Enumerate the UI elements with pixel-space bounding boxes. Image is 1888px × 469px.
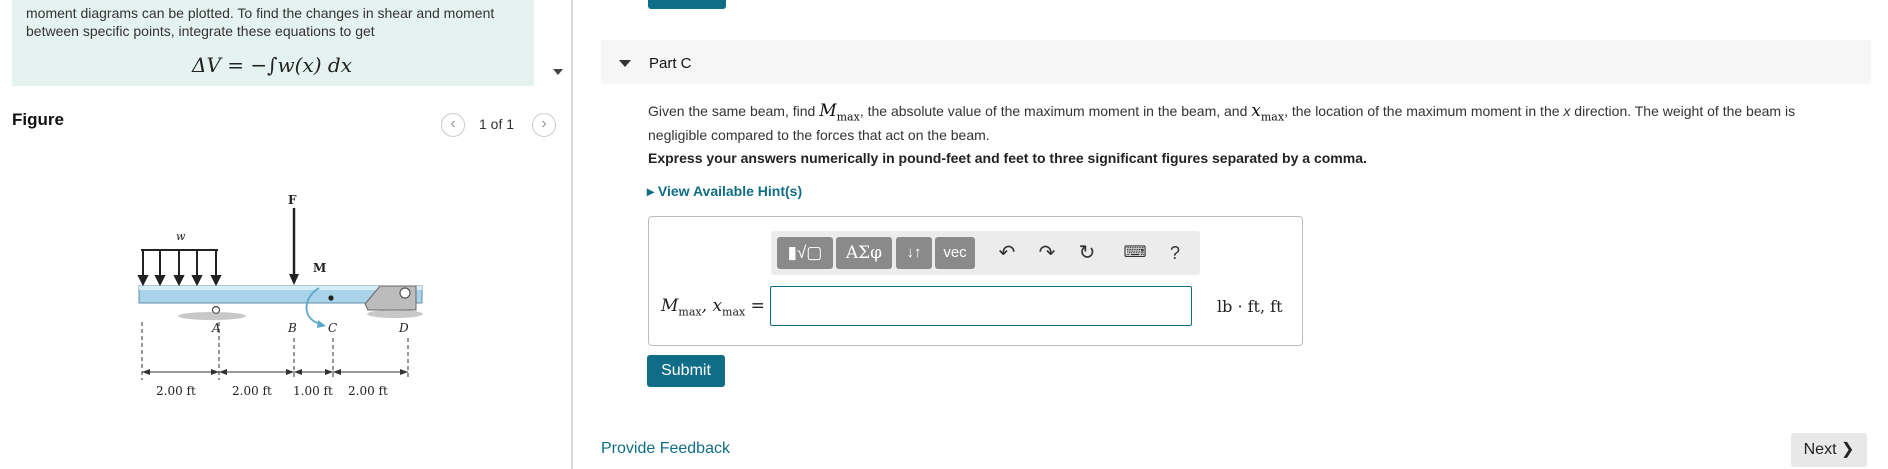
question-mid: , the absolute value of the maximum mome…	[859, 103, 1252, 119]
support-a-ground	[178, 312, 246, 320]
load-label: w	[176, 230, 186, 243]
dimension-label-3: 1.00 ft	[293, 384, 333, 398]
mmax-symbol: Mmax	[819, 101, 860, 124]
support-d-pin	[399, 287, 411, 299]
help-icon[interactable]: ?	[1162, 240, 1188, 266]
intro-line-2: between specific points, integrate these…	[26, 23, 375, 39]
part-title[interactable]: Part C	[649, 55, 692, 72]
beam-figure: w F M A D B C 2.00 ft 2.00 ft 1.00 ft 2.…	[137, 193, 423, 398]
greek-symbols-button[interactable]: ΑΣφ	[836, 237, 892, 269]
xmax-symbol: xmax	[1251, 101, 1285, 124]
dimension-label-4: 2.00 ft	[348, 384, 388, 398]
next-button[interactable]: Next ❯	[1791, 433, 1867, 467]
dimension-label-1: 2.00 ft	[156, 384, 196, 398]
figure-next-button[interactable]: ›	[532, 113, 556, 137]
provide-feedback-link[interactable]: Provide Feedback	[601, 440, 730, 458]
point-force-arrowhead	[289, 274, 299, 285]
reset-icon[interactable]: ↻	[1074, 240, 1100, 266]
question-text: Given the same beam, find Mmax, the abso…	[648, 102, 1853, 144]
question-post-1: , the location of the maximum moment in …	[1284, 103, 1564, 119]
figure-pager-text: 1 of 1	[479, 116, 515, 132]
view-hints-link[interactable]: ▸ View Available Hint(s)	[647, 183, 802, 200]
moment-arrowhead	[317, 320, 326, 328]
point-d-label: D	[398, 321, 409, 335]
point-c-label: C	[328, 321, 337, 335]
figure-heading: Figure	[12, 110, 64, 129]
arrows-button[interactable]: ↓↑	[896, 237, 932, 269]
moment-point	[328, 295, 334, 301]
panel-divider[interactable]	[571, 0, 573, 469]
dimension-label-2: 2.00 ft	[232, 384, 272, 398]
extension-lines	[141, 322, 409, 380]
hint-caret-icon: ▸	[647, 183, 658, 199]
figure-prev-button[interactable]: ‹	[441, 113, 465, 137]
support-d-ground	[367, 310, 423, 318]
answer-label: Mmax, xmax =	[661, 296, 765, 319]
keyboard-icon[interactable]: ⌨	[1122, 240, 1148, 266]
answer-input[interactable]	[770, 286, 1192, 326]
submit-button[interactable]: Submit	[647, 355, 725, 387]
redo-icon[interactable]: ↷	[1034, 240, 1060, 266]
previous-submit-button-edge[interactable]	[648, 0, 726, 9]
intro-text: moment diagrams can be plotted. To find …	[26, 4, 536, 40]
undo-icon[interactable]: ↶	[994, 240, 1020, 266]
shear-equation: ΔV = −∫w(x) dx	[192, 53, 352, 77]
vector-button[interactable]: vec	[935, 237, 975, 269]
templates-button[interactable]: ▮√▢	[777, 237, 833, 269]
answer-instruction: Express your answers numerically in poun…	[648, 150, 1367, 166]
point-b-label: B	[287, 321, 297, 335]
scroll-down-arrow-icon[interactable]	[553, 69, 563, 75]
part-header[interactable]	[601, 40, 1871, 84]
hint-link-label: View Available Hint(s)	[657, 183, 803, 199]
question-pre: Given the same beam, find	[648, 103, 820, 119]
collapse-caret-icon[interactable]	[619, 60, 631, 67]
intro-line-1: moment diagrams can be plotted. To find …	[26, 5, 495, 21]
force-label: F	[288, 193, 297, 207]
distributed-load-arrows	[137, 249, 222, 287]
answer-units: lb · ft, ft	[1217, 297, 1283, 316]
moment-label: M	[313, 261, 326, 275]
